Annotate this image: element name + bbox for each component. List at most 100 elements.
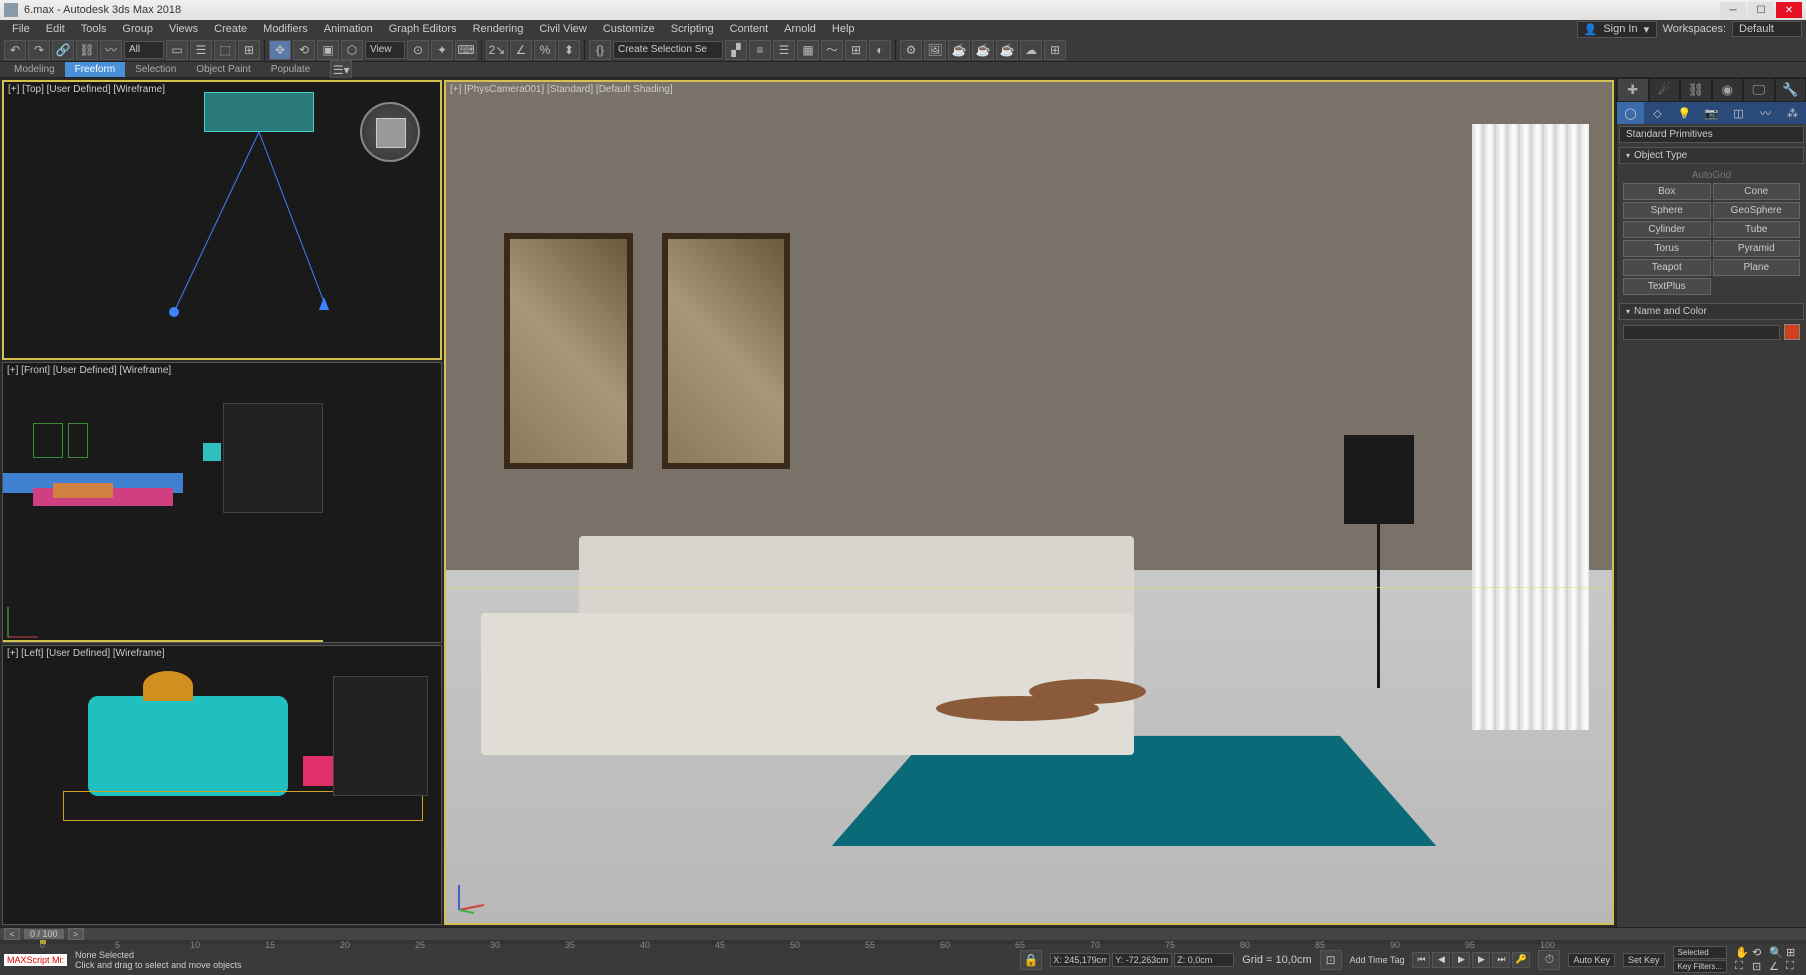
shapes-subtab[interactable]: ◇ bbox=[1644, 102, 1671, 124]
utilities-tab[interactable]: 🔧 bbox=[1775, 78, 1806, 102]
select-object-button[interactable]: ▭ bbox=[166, 40, 188, 60]
menu-views[interactable]: Views bbox=[161, 23, 206, 35]
menu-modifiers[interactable]: Modifiers bbox=[255, 23, 316, 35]
menu-civil-view[interactable]: Civil View bbox=[531, 23, 594, 35]
key-mode-button[interactable]: 🔑 bbox=[1512, 952, 1530, 968]
select-rotate-button[interactable]: ⟲ bbox=[293, 40, 315, 60]
selection-lock-button[interactable]: 🔒 bbox=[1020, 950, 1042, 970]
window-crossing-button[interactable]: ⊞ bbox=[238, 40, 260, 60]
unlink-button[interactable]: ⛓ bbox=[76, 40, 98, 60]
primitive-plane[interactable]: Plane bbox=[1713, 259, 1801, 276]
menu-scripting[interactable]: Scripting bbox=[663, 23, 722, 35]
next-button[interactable]: ▶ bbox=[1472, 952, 1490, 968]
frame-indicator[interactable]: 0 / 100 bbox=[24, 929, 64, 939]
arc-rotate-button[interactable]: ⟲ bbox=[1752, 946, 1768, 959]
select-move-button[interactable]: ✥ bbox=[269, 40, 291, 60]
coord-z-input[interactable] bbox=[1174, 953, 1234, 967]
systems-subtab[interactable]: ⁂ bbox=[1779, 102, 1806, 124]
object-type-rollout[interactable]: Object Type bbox=[1619, 147, 1804, 164]
key-filters-button[interactable]: Key Filters... bbox=[1673, 960, 1727, 973]
viewport-front-label[interactable]: [+] [Front] [User Defined] [Wireframe] bbox=[7, 365, 171, 376]
viewport-perspective[interactable]: [+] [PhysCamera001] [Standard] [Default … bbox=[444, 80, 1614, 925]
key-filters-selected[interactable]: Selected bbox=[1673, 946, 1727, 959]
undo-button[interactable]: ↶ bbox=[4, 40, 26, 60]
coord-x-input[interactable] bbox=[1050, 953, 1110, 967]
ref-coord-dropdown[interactable]: View bbox=[365, 41, 405, 59]
rendered-frame-button[interactable]: 🖼 bbox=[924, 40, 946, 60]
menu-create[interactable]: Create bbox=[206, 23, 255, 35]
viewcube[interactable] bbox=[360, 102, 420, 162]
create-tab[interactable]: ✚ bbox=[1617, 78, 1649, 102]
goto-end-button[interactable]: ⏭ bbox=[1492, 952, 1510, 968]
primitive-box[interactable]: Box bbox=[1623, 183, 1711, 200]
ribbon-selection[interactable]: Selection bbox=[125, 62, 186, 77]
viewport-top-label[interactable]: [+] [Top] [User Defined] [Wireframe] bbox=[8, 84, 165, 95]
play-button[interactable]: ▶ bbox=[1452, 952, 1470, 968]
modify-tab[interactable]: ☄ bbox=[1649, 78, 1681, 102]
primitive-textplus[interactable]: TextPlus bbox=[1623, 278, 1711, 295]
coord-y-input[interactable] bbox=[1112, 953, 1172, 967]
primitive-pyramid[interactable]: Pyramid bbox=[1713, 240, 1801, 257]
menu-customize[interactable]: Customize bbox=[595, 23, 663, 35]
select-manipulate-button[interactable]: ✦ bbox=[431, 40, 453, 60]
motion-tab[interactable]: ◉ bbox=[1712, 78, 1744, 102]
bind-spacewarp-button[interactable]: 〰 bbox=[100, 40, 122, 60]
object-name-input[interactable] bbox=[1623, 325, 1780, 340]
snaps-toggle-button[interactable]: 2↘ bbox=[486, 40, 508, 60]
primitive-sphere[interactable]: Sphere bbox=[1623, 202, 1711, 219]
align-button[interactable]: ≡ bbox=[749, 40, 771, 60]
zoom-extents-all-button[interactable]: ⊡ bbox=[1752, 960, 1768, 973]
primitive-tube[interactable]: Tube bbox=[1713, 221, 1801, 238]
ribbon-object-paint[interactable]: Object Paint bbox=[186, 62, 260, 77]
select-by-name-button[interactable]: ☰ bbox=[190, 40, 212, 60]
render-activeshade-button[interactable]: ☕ bbox=[996, 40, 1018, 60]
ribbon-freeform[interactable]: Freeform bbox=[65, 62, 126, 77]
render-setup-button[interactable]: ⚙ bbox=[900, 40, 922, 60]
prev-button[interactable]: ◀ bbox=[1432, 952, 1450, 968]
pan-view-button[interactable]: ✋ bbox=[1735, 946, 1751, 959]
viewport-front[interactable]: [+] [Front] [User Defined] [Wireframe] bbox=[2, 362, 442, 642]
layer-explorer-button[interactable]: ☰ bbox=[773, 40, 795, 60]
signin-dropdown[interactable]: 👤 Sign In ▾ bbox=[1577, 21, 1657, 38]
rectangular-region-button[interactable]: ⬚ bbox=[214, 40, 236, 60]
spinner-snap-button[interactable]: ⬍ bbox=[558, 40, 580, 60]
time-config-button[interactable]: ⏱ bbox=[1538, 950, 1560, 970]
menu-help[interactable]: Help bbox=[824, 23, 863, 35]
helpers-subtab[interactable]: ◫ bbox=[1725, 102, 1752, 124]
goto-start-button[interactable]: ⏮ bbox=[1412, 952, 1430, 968]
use-pivot-center-button[interactable]: ⊙ bbox=[407, 40, 429, 60]
object-color-swatch[interactable] bbox=[1784, 324, 1800, 340]
menu-file[interactable]: File bbox=[4, 23, 38, 35]
isolate-selection-button[interactable]: ⊡ bbox=[1320, 950, 1342, 970]
named-selection-dropdown[interactable]: Create Selection Se bbox=[613, 41, 723, 59]
render-online-button[interactable]: ⊞ bbox=[1044, 40, 1066, 60]
category-dropdown[interactable]: Standard Primitives bbox=[1619, 126, 1804, 143]
minimize-button[interactable]: ─ bbox=[1720, 2, 1746, 18]
primitive-geosphere[interactable]: GeoSphere bbox=[1713, 202, 1801, 219]
timeline-ruler[interactable]: 0510152025303540455055606570758085909510… bbox=[0, 940, 1806, 944]
percent-snap-button[interactable]: % bbox=[534, 40, 556, 60]
material-editor-button[interactable]: ◐ bbox=[869, 40, 891, 60]
menu-animation[interactable]: Animation bbox=[316, 23, 381, 35]
schematic-view-button[interactable]: ⊞ bbox=[845, 40, 867, 60]
name-color-rollout[interactable]: Name and Color bbox=[1619, 303, 1804, 320]
select-place-button[interactable]: ⬡ bbox=[341, 40, 363, 60]
toggle-ribbon-button[interactable]: ▦ bbox=[797, 40, 819, 60]
primitive-torus[interactable]: Torus bbox=[1623, 240, 1711, 257]
menu-tools[interactable]: Tools bbox=[73, 23, 115, 35]
angle-snap-button[interactable]: ∠ bbox=[510, 40, 532, 60]
render-iterative-button[interactable]: ☕ bbox=[972, 40, 994, 60]
menu-content[interactable]: Content bbox=[722, 23, 777, 35]
primitive-cylinder[interactable]: Cylinder bbox=[1623, 221, 1711, 238]
zoom-extents-button[interactable]: ⛶ bbox=[1735, 960, 1751, 973]
menu-rendering[interactable]: Rendering bbox=[465, 23, 532, 35]
curve-editor-button[interactable]: 〜 bbox=[821, 40, 843, 60]
primitive-cone[interactable]: Cone bbox=[1713, 183, 1801, 200]
maxscript-listener[interactable]: MAXScript Mi: bbox=[4, 954, 67, 966]
add-time-tag-button[interactable]: Add Time Tag bbox=[1350, 955, 1405, 965]
ribbon-populate[interactable]: Populate bbox=[261, 62, 320, 77]
close-button[interactable]: ✕ bbox=[1776, 2, 1802, 18]
autogrid-checkbox[interactable]: AutoGrid bbox=[1623, 168, 1800, 183]
render-in-cloud-button[interactable]: ☁ bbox=[1020, 40, 1042, 60]
display-tab[interactable]: 🖵 bbox=[1743, 78, 1775, 102]
